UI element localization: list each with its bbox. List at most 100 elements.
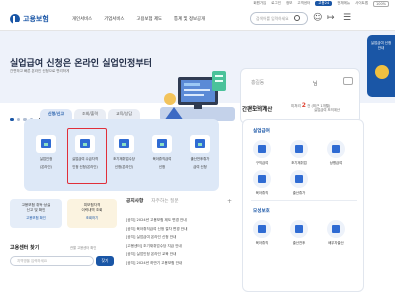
hero-subtitle: 간편하고 빠른 온라인 신청으로 편리하게 — [10, 69, 70, 73]
tab-apply[interactable]: 신청/신고 — [40, 109, 72, 119]
slider-dot[interactable] — [16, 117, 20, 122]
calc-item-label: 조기재취업 — [291, 161, 307, 165]
center-finder: 고용센터 찾기 관할 고용센터 확인 지역명을 입력하세요 찾기 — [10, 244, 114, 266]
service-tabs: 신청/신고 조회/출력 교육/상담 — [40, 109, 140, 119]
calc-item[interactable]: 육아휴직 — [251, 220, 273, 245]
card-title: 이력내역 조회 — [81, 208, 103, 212]
service-panel: 실업인정 (온라인) 실업급여 수급자격 인정 신청(온라인) 조기재취업수당 … — [24, 119, 219, 191]
divider — [251, 200, 357, 201]
calc-item[interactable]: 육아휴직 — [251, 170, 273, 195]
clock-icon — [290, 140, 308, 158]
sitemap-link[interactable]: 사이트맵 — [355, 1, 368, 6]
calc-item-label: 출산휴가 — [292, 191, 306, 195]
building-icon — [327, 140, 345, 158]
nav-business[interactable]: 기업서비스 — [104, 16, 124, 22]
list-item[interactable]: [공지] 실업급여 온라인 신청 안내 — [126, 233, 234, 242]
service-early-reemployment[interactable]: 조기재취업수당 신청(온라인) — [108, 135, 140, 170]
logout-button[interactable] — [343, 77, 353, 85]
card-link[interactable]: 조회하기 — [67, 215, 117, 220]
logo-text: 고용보험 — [23, 14, 49, 23]
card-link[interactable]: 고용보험 확인 — [10, 215, 62, 220]
logo[interactable]: 고용보험 — [10, 13, 56, 24]
baby-icon — [253, 170, 271, 188]
calc-item-label: 육아휴직 — [255, 241, 269, 245]
service-label: 출산전후휴가 — [190, 157, 210, 161]
calc-item[interactable]: 상병급여 — [325, 140, 347, 165]
service-label: 신청 — [158, 165, 166, 170]
utility-bar: 회원가입 로그인 정보 고객센터 고용24 전체메뉴 사이트맵 100% — [0, 0, 395, 7]
service-label: 신청(온라인) — [114, 165, 134, 170]
checklist-icon — [190, 135, 210, 153]
service-unemployment-recognition[interactable]: 실업인정 (온라인) — [30, 135, 62, 170]
insurance-card[interactable]: 고용보험 취득·상실 신고 및 확인 고용보험 확인 — [10, 199, 62, 228]
service-label: 실업인정 — [39, 157, 53, 161]
service-parental-leave[interactable]: 육아휴직급여 신청 — [146, 135, 178, 170]
calc-more-link[interactable]: 실업급여 모의계산 — [314, 107, 340, 112]
service-maternity-leave[interactable]: 출산전후휴가 급여 신청 — [184, 135, 216, 170]
card-title: 신고 및 확인 — [26, 208, 46, 212]
service-label: 육아휴직급여 — [152, 157, 172, 161]
calc-item-label: 상병급여 — [329, 161, 343, 165]
main-nav: 개인서비스 기업서비스 고용보험 제도 통계 및 정보공개 — [72, 16, 205, 22]
history-card[interactable]: 피보험자격 이력내역 조회 조회하기 — [67, 199, 117, 228]
calc-item[interactable]: 배우자출산 — [325, 220, 347, 245]
heart-icon — [290, 170, 308, 188]
center-title: 고용센터 찾기 — [10, 245, 40, 251]
notice-more-button[interactable]: + — [227, 198, 232, 205]
coin-icon — [375, 65, 389, 79]
highlight-box — [67, 128, 107, 184]
tab-faq[interactable]: 자주하는 질문 — [151, 198, 178, 204]
zoom-level[interactable]: 100% — [372, 0, 389, 7]
all-menu-link[interactable]: 전체메뉴 — [337, 1, 350, 6]
calc-section-title: 실업급여 — [253, 129, 270, 134]
nav-system[interactable]: 고용보험 제도 — [136, 16, 162, 22]
logout-icon[interactable]: ↦ — [327, 13, 335, 23]
tab-inquiry[interactable]: 조회/출력 — [74, 109, 106, 119]
service-label: 조기재취업수당 — [113, 157, 135, 161]
signup-link[interactable]: 회원가입 — [253, 1, 266, 6]
list-item[interactable]: [고용센터] 조기재취업수당 지급 안내 — [126, 242, 234, 251]
tab-education[interactable]: 교육/상담 — [108, 109, 140, 119]
family-icon — [290, 220, 308, 238]
main-header: 고용보험 개인서비스 기업서비스 고용보험 제도 통계 및 정보공개 검색어를 … — [0, 7, 395, 31]
nav-personal[interactable]: 개인서비스 — [72, 16, 92, 22]
center-subtitle[interactable]: 관할 고용센터 확인 — [70, 245, 96, 250]
center-search-button[interactable]: 찾기 — [96, 256, 114, 266]
nav-stats[interactable]: 통계 및 정보공개 — [174, 16, 205, 22]
calc-item-label: 배우자출산 — [328, 241, 344, 245]
slider-dot[interactable] — [10, 117, 14, 122]
employ24-link[interactable]: 고용24 — [315, 1, 333, 6]
clipboard-icon — [114, 135, 134, 153]
login-link[interactable]: 로그인 — [271, 1, 281, 6]
menu-icon[interactable]: ☰ — [343, 13, 351, 23]
card-title: 고용보험 취득·상실 — [21, 203, 51, 207]
calc-item[interactable]: 구직급여 — [251, 140, 273, 165]
tab-notice[interactable]: 공지사항 — [126, 198, 143, 204]
list-item[interactable]: [공지] 실업인정 온라인 교육 안내 — [126, 250, 234, 259]
service-label: (온라인) — [39, 165, 52, 170]
info-link[interactable]: 정보 — [286, 1, 292, 6]
calc-item[interactable]: 출산휴가 — [288, 170, 310, 195]
user-honorific: 님 — [313, 81, 318, 87]
customer-center-link[interactable]: 고객센터 — [297, 1, 310, 6]
calc-panel: 실업급여 구직급여 조기재취업 상병급여 육아휴직 출산휴가 모성보호 육아휴직 — [242, 119, 364, 292]
center-search-input[interactable]: 지역명을 입력하세요 — [10, 256, 94, 266]
card-title: 피보험자격 — [83, 203, 101, 207]
form-icon — [152, 135, 172, 153]
side-banner[interactable]: 실업급여 신청안내 — [367, 35, 395, 97]
list-item[interactable]: [공지] 2024년 하반기 고용보험 안내 — [126, 259, 234, 268]
calc-item[interactable]: 출산전후 — [288, 220, 310, 245]
search-icon[interactable] — [294, 15, 300, 21]
notice-list: [공지] 2024년 고용보험 제도 변경 안내 [공지] 육아휴직급여 신청 … — [126, 216, 234, 268]
computer-illustration — [160, 71, 235, 121]
hero-banner[interactable]: 실업급여 신청은 온라인 실업인정부터 간편하고 빠른 온라인 신청으로 편리하… — [0, 31, 395, 124]
list-item[interactable]: [공지] 2024년 고용보험 제도 변경 안내 — [126, 216, 234, 225]
notice-board: 공지사항 자주하는 질문 + [공지] 2024년 고용보험 제도 변경 안내 … — [126, 198, 234, 292]
calc-item-label: 출산전후 — [292, 241, 306, 245]
calendar-icon — [253, 140, 271, 158]
list-item[interactable]: [공지] 육아휴직급여 신청 절차 변경 안내 — [126, 225, 234, 234]
hero-title: 실업급여 신청은 온라인 실업인정부터 — [10, 59, 152, 69]
user-icon[interactable]: ☺ — [313, 13, 322, 23]
calc-item[interactable]: 조기재취업 — [288, 140, 310, 165]
monitor-icon — [36, 135, 56, 153]
